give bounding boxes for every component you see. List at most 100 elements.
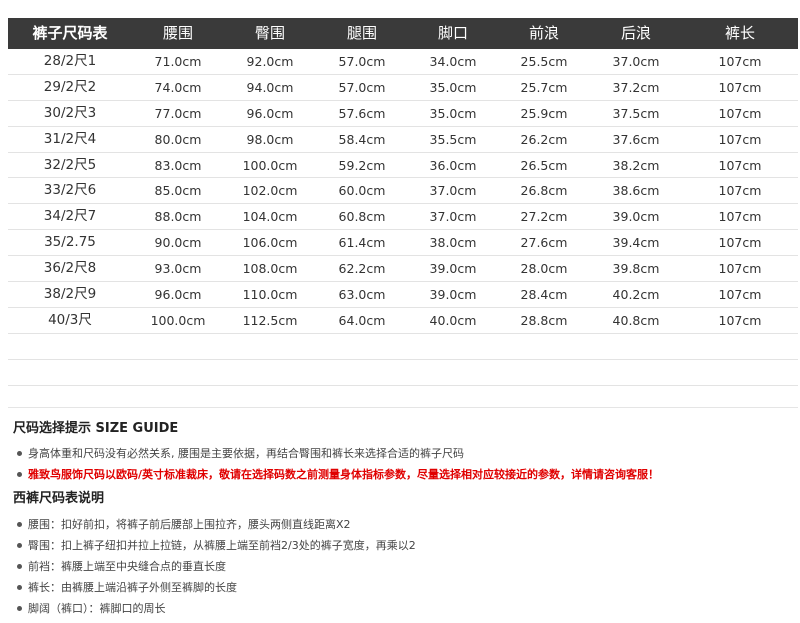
- cell-length: 107cm: [718, 54, 762, 69]
- cell-size: 32/2尺5: [43, 156, 97, 173]
- table-row: 35/2.75 90.0cm 106.0cm 61.4cm 38.0cm 27.6cm 39…: [8, 230, 798, 257]
- cell-hip: 104.0cm: [242, 209, 298, 225]
- note-text: 臀围：扣上裤子纽扣并拉上拉链，从裤腰上端至前裆2/3处的裤子宽度，再乘以2: [28, 539, 416, 552]
- bullet-icon: [17, 471, 22, 477]
- cell-front-rise: 25.5cm: [520, 54, 568, 69]
- table-row: 30/2尺3 77.0cm 96.0cm 57.6cm 35.0cm 25.9cm 37.5…: [8, 101, 798, 127]
- cell-front-rise: 28.8cm: [520, 312, 568, 328]
- cell-back-rise: 37.2cm: [612, 79, 660, 95]
- cell-length: 107cm: [718, 79, 762, 95]
- header-back-rise: 后浪: [620, 24, 651, 42]
- cell-back-rise: 37.5cm: [612, 105, 660, 121]
- cell-size: 40/3尺: [48, 311, 92, 328]
- bullet-icon: [17, 542, 22, 548]
- cell-thigh: 59.2cm: [338, 157, 386, 173]
- cell-waist: 80.0cm: [154, 131, 202, 147]
- cell-size: 29/2尺2: [43, 78, 97, 95]
- cell-front-rise: 25.7cm: [520, 79, 568, 95]
- cell-size: 38/2尺9: [43, 286, 97, 303]
- cell-front-rise: 26.5cm: [520, 157, 568, 173]
- cell-waist: 93.0cm: [154, 261, 202, 277]
- table-body: 28/2尺1 71.0cm 92.0cm 57.0cm 34.0cm 25.5cm 37.0…: [8, 49, 798, 334]
- cell-front-rise: 26.2cm: [520, 131, 568, 147]
- cell-thigh: 64.0cm: [338, 312, 386, 328]
- cell-hip: 108.0cm: [242, 261, 298, 277]
- header-thigh: 腿围: [346, 24, 377, 42]
- cell-length: 107cm: [718, 183, 762, 199]
- cell-waist: 71.0cm: [154, 54, 202, 69]
- cell-back-rise: 40.8cm: [612, 312, 660, 328]
- cell-thigh: 57.0cm: [338, 79, 386, 95]
- bullet-icon: [17, 563, 22, 569]
- note-text: 裤长：由裤腰上端沿裤子外侧至裤脚的长度: [28, 581, 237, 594]
- guide-line: 身高体重和尺码没有必然关系, 腰围是主要依据，再结合臀围和裤长来选择合适的裤子尺…: [13, 443, 793, 464]
- header-length: 裤长: [724, 24, 755, 42]
- cell-hip: 110.0cm: [242, 287, 298, 303]
- note-item: 脚阔（裤口）：裤脚口的周长: [13, 598, 793, 619]
- cell-size: 35/2.75: [44, 234, 96, 251]
- cell-length: 107cm: [718, 312, 762, 328]
- cell-waist: 83.0cm: [154, 157, 202, 173]
- cell-waist: 74.0cm: [154, 79, 202, 95]
- table-row: 34/2尺7 88.0cm 104.0cm 60.8cm 37.0cm 27.2cm 39.…: [8, 204, 798, 231]
- cell-back-rise: 39.4cm: [612, 235, 660, 251]
- cell-hip: 112.5cm: [242, 312, 298, 328]
- cell-thigh: 58.4cm: [338, 131, 386, 147]
- cell-back-rise: 39.0cm: [612, 209, 660, 225]
- header-front-rise: 前浪: [528, 24, 559, 42]
- empty-row: [8, 360, 798, 386]
- cell-leg-opening: 37.0cm: [429, 183, 477, 199]
- cell-leg-opening: 35.5cm: [429, 131, 477, 147]
- guide-text: 身高体重和尺码没有必然关系, 腰围是主要依据，再结合臀围和裤长来选择合适的裤子尺…: [28, 447, 464, 460]
- note-item: 腰围：扣好前扣，将裤子前后腰部上围拉齐，腰头两侧直线距离X2: [13, 514, 793, 535]
- cell-hip: 106.0cm: [242, 235, 298, 251]
- bullet-icon: [17, 605, 22, 611]
- note-item: 前裆：裤腰上端至中央缝合点的垂直长度: [13, 556, 793, 577]
- cell-leg-opening: 39.0cm: [429, 287, 477, 303]
- cell-back-rise: 40.2cm: [612, 287, 660, 303]
- cell-back-rise: 38.2cm: [612, 157, 660, 173]
- bullet-icon: [17, 450, 22, 456]
- size-table: 裤子尺码表 腰围 臀围 腿围 脚口 前浪 后浪 裤长 28/2尺1 71.0cm 9…: [8, 18, 798, 386]
- cell-length: 107cm: [718, 105, 762, 121]
- cell-length: 107cm: [718, 287, 762, 303]
- cell-front-rise: 27.6cm: [520, 235, 568, 251]
- note-text: 腰围：扣好前扣，将裤子前后腰部上围拉齐，腰头两侧直线距离X2: [28, 518, 351, 531]
- cell-length: 107cm: [718, 235, 762, 251]
- cell-waist: 77.0cm: [154, 105, 202, 121]
- cell-back-rise: 38.6cm: [612, 183, 660, 199]
- cell-back-rise: 39.8cm: [612, 261, 660, 277]
- cell-size: 36/2尺8: [43, 260, 97, 277]
- cell-front-rise: 28.4cm: [520, 287, 568, 303]
- table-row: 33/2尺6 85.0cm 102.0cm 60.0cm 37.0cm 26.8cm 38.…: [8, 178, 798, 205]
- table-header: 裤子尺码表 腰围 臀围 腿围 脚口 前浪 后浪 裤长: [8, 18, 798, 49]
- cell-waist: 85.0cm: [154, 183, 202, 199]
- cell-length: 107cm: [718, 209, 762, 225]
- note-item: 裤长：由裤腰上端沿裤子外侧至裤脚的长度: [13, 577, 793, 598]
- cell-waist: 90.0cm: [154, 235, 202, 251]
- cell-size: 31/2尺4: [43, 130, 97, 147]
- cell-leg-opening: 37.0cm: [429, 209, 477, 225]
- cell-leg-opening: 40.0cm: [429, 312, 477, 328]
- cell-waist: 100.0cm: [150, 312, 206, 328]
- table-row: 38/2尺9 96.0cm 110.0cm 63.0cm 39.0cm 28.4cm 40.…: [8, 282, 798, 308]
- cell-size: 28/2尺1: [43, 53, 97, 69]
- cell-leg-opening: 39.0cm: [429, 261, 477, 277]
- cell-hip: 96.0cm: [246, 105, 294, 121]
- cell-waist: 96.0cm: [154, 287, 202, 303]
- cell-leg-opening: 38.0cm: [429, 235, 477, 251]
- table-row: 32/2尺5 83.0cm 100.0cm 59.2cm 36.0cm 26.5cm 38.…: [8, 153, 798, 179]
- cell-leg-opening: 35.0cm: [429, 105, 477, 121]
- header-leg-opening: 脚口: [437, 24, 468, 42]
- cell-hip: 92.0cm: [246, 54, 294, 69]
- cell-size: 34/2尺7: [43, 208, 97, 225]
- note-item: 臀围：扣上裤子纽扣并拉上拉链，从裤腰上端至前裆2/3处的裤子宽度，再乘以2: [13, 535, 793, 556]
- cell-thigh: 60.8cm: [338, 209, 386, 225]
- cell-waist: 88.0cm: [154, 209, 202, 225]
- table-row: 31/2尺4 80.0cm 98.0cm 58.4cm 35.5cm 26.2cm 37.6…: [8, 127, 798, 153]
- cell-hip: 102.0cm: [242, 183, 298, 199]
- cell-size: 33/2尺6: [43, 182, 97, 199]
- cell-size: 30/2尺3: [43, 104, 97, 121]
- guide-warning-text: 雅致鸟服饰尺码以欧码/英寸标准裁床，敬请在选择码数之前测量身体指标参数，尽量选择…: [28, 468, 660, 481]
- bullet-icon: [17, 584, 22, 590]
